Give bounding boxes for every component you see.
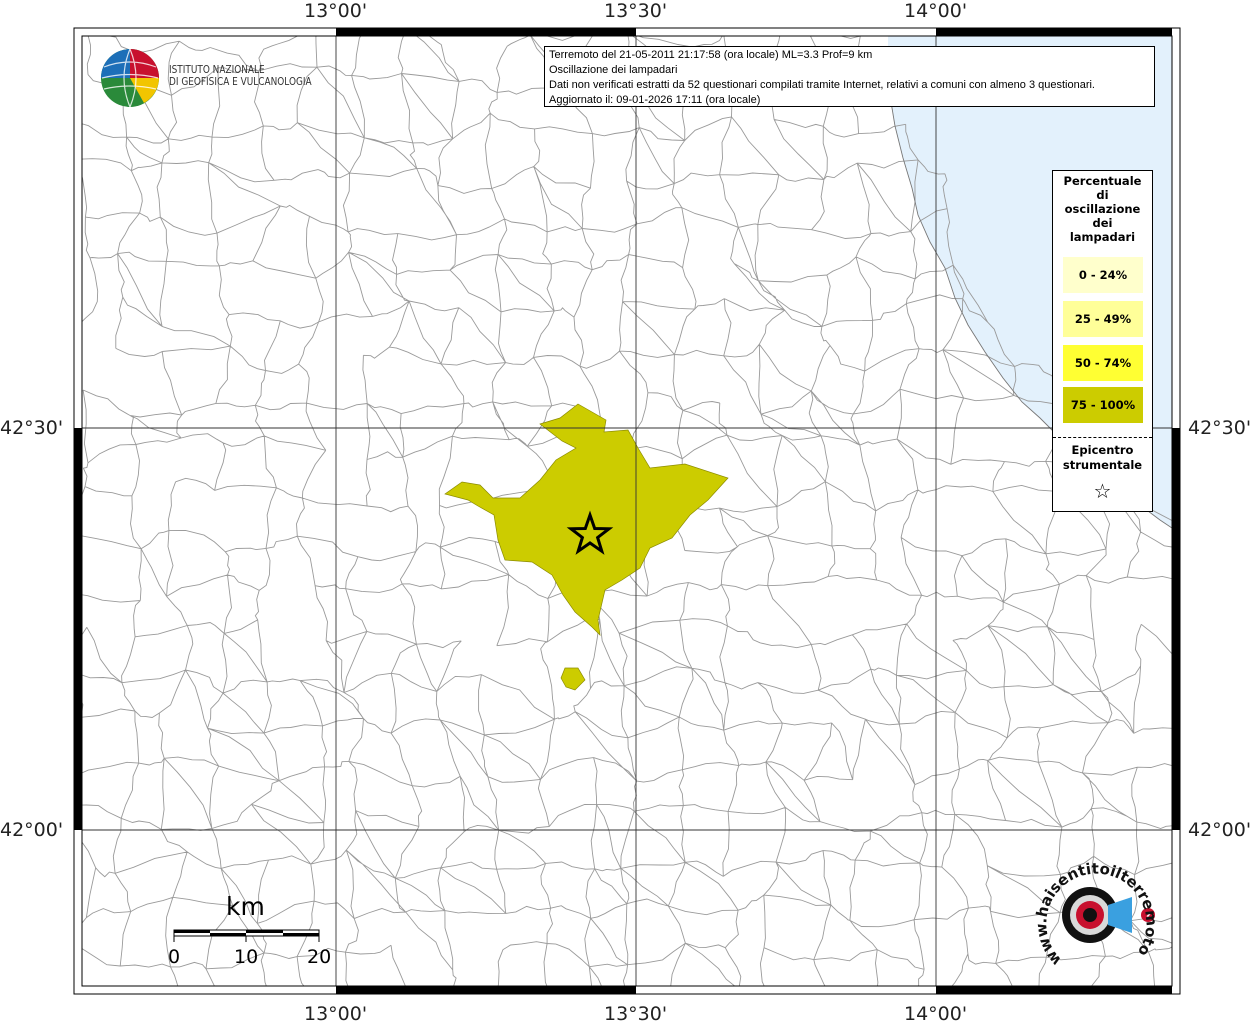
event-info-line: Dati non verificati estratti da 52 quest…	[549, 79, 1095, 91]
lon-label-top-1300: 13°00'	[304, 0, 368, 22]
legend: Percentuale di oscillazione dei lampadar…	[1052, 170, 1153, 512]
ingv-globe-icon	[101, 48, 159, 108]
lon-label-bottom-1330: 13°30'	[604, 1003, 668, 1025]
legend-swatch-25-49: 25 - 49%	[1063, 301, 1143, 337]
scalebar-tick-label: 20	[307, 946, 332, 968]
legend-epicenter-label: Epicentro strumentale	[1053, 443, 1152, 473]
legend-title: Percentuale di oscillazione dei lampadar…	[1053, 171, 1152, 244]
lon-label-top-1330: 13°30'	[604, 0, 668, 22]
lat-label-left-4200: 42°00'	[0, 819, 64, 841]
legend-title-line: di	[1096, 188, 1109, 202]
map-canvas: ? www.haisentitoilterremoto.it	[0, 0, 1181, 995]
lat-label-right-4200: 42°00'	[1188, 819, 1252, 841]
legend-title-line: Percentuale	[1063, 174, 1142, 188]
lat-label-right-4230: 42°30'	[1188, 417, 1252, 439]
ingv-logo-text: ISTITUTO NAZIONALE DI GEOFISICA E VULCAN…	[169, 64, 312, 88]
scalebar-unit: km	[226, 892, 265, 921]
legend-star-icon: ☆	[1093, 479, 1112, 503]
ingv-logo-line: DI GEOFISICA E VULCANOLOGIA	[169, 76, 312, 88]
event-info-line: Terremoto del 21-05-2011 21:17:58 (ora l…	[549, 49, 873, 61]
legend-epicenter-line: Epicentro	[1071, 443, 1134, 457]
lon-label-bottom-1400: 14°00'	[904, 1003, 968, 1025]
lat-label-left-4230: 42°30'	[0, 417, 64, 439]
event-info-line: Aggiornato il: 09-01-2026 17:11 (ora loc…	[549, 94, 761, 106]
event-info-box: Terremoto del 21-05-2011 21:17:58 (ora l…	[544, 46, 1155, 107]
scalebar-tick-label: 10	[234, 946, 259, 968]
event-info-line: Oscillazione dei lampadari	[549, 64, 678, 76]
ingv-logo-line: ISTITUTO NAZIONALE	[169, 64, 265, 76]
legend-epicenter-line: strumentale	[1062, 458, 1143, 472]
legend-swatch-50-74: 50 - 74%	[1063, 345, 1143, 381]
legend-swatch-0-24: 0 - 24%	[1063, 257, 1143, 293]
lon-label-bottom-1300: 13°00'	[304, 1003, 368, 1025]
legend-title-line: dei	[1092, 216, 1113, 230]
legend-title-line: oscillazione	[1064, 202, 1141, 216]
legend-title-line: lampadari	[1069, 230, 1136, 244]
lon-label-top-1400: 14°00'	[904, 0, 968, 22]
scalebar-tick-label: 0	[168, 946, 181, 968]
legend-separator	[1053, 437, 1152, 438]
legend-swatch-75-100: 75 - 100%	[1063, 387, 1143, 423]
